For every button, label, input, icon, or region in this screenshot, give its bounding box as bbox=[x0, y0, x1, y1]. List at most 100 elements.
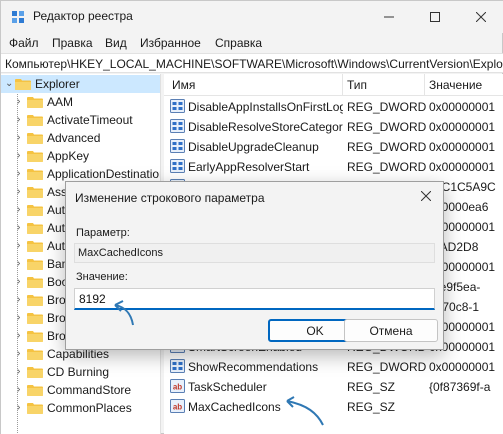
chevron-right-icon[interactable]: › bbox=[17, 96, 27, 108]
value-type: REG_DWORD bbox=[347, 100, 427, 114]
close-button[interactable] bbox=[458, 1, 503, 33]
minimize-button[interactable] bbox=[366, 1, 412, 33]
close-icon bbox=[476, 12, 486, 22]
tree-item[interactable]: › CommandStore bbox=[1, 381, 160, 399]
tree-item-label: ApplicationDestinations bbox=[47, 167, 161, 181]
value-name: DisableResolveStoreCategories bbox=[188, 120, 343, 134]
tree-item[interactable]: › CD Burning bbox=[1, 363, 160, 381]
param-label: Параметр: bbox=[76, 227, 130, 239]
binary-value-icon bbox=[170, 119, 185, 133]
folder-icon bbox=[27, 240, 43, 252]
value-type: REG_DWORD bbox=[347, 140, 427, 154]
value-row[interactable]: ab MaxCachedIcons REG_SZ bbox=[164, 396, 503, 416]
chevron-right-icon[interactable]: › bbox=[17, 276, 27, 288]
menu-edit[interactable]: Правка bbox=[52, 36, 93, 50]
column-value-header[interactable]: Значение bbox=[429, 78, 482, 92]
column-divider[interactable] bbox=[342, 74, 343, 96]
tree-item[interactable]: › AAM bbox=[1, 93, 160, 111]
value-data: 0x00000001 bbox=[429, 160, 496, 174]
chevron-right-icon[interactable]: › bbox=[17, 222, 27, 234]
value-type: REG_DWORD bbox=[347, 360, 427, 374]
chevron-right-icon[interactable]: › bbox=[17, 402, 27, 414]
folder-icon bbox=[27, 204, 43, 216]
value-row[interactable]: DisableResolveStoreCategories REG_DWORD 0x… bbox=[164, 116, 503, 136]
chevron-right-icon[interactable]: › bbox=[17, 312, 27, 324]
value-data: 0x00000001 bbox=[429, 140, 496, 154]
folder-icon bbox=[27, 150, 43, 162]
string-value-icon: ab bbox=[170, 399, 185, 413]
folder-icon bbox=[27, 132, 43, 144]
svg-text:ab: ab bbox=[173, 403, 182, 412]
folder-icon bbox=[27, 312, 43, 324]
tree-item-label: CommonPlaces bbox=[47, 401, 132, 415]
folder-icon bbox=[27, 258, 43, 270]
value-row[interactable]: ab TaskScheduler REG_SZ {0f87369f-a bbox=[164, 376, 503, 396]
binary-value-icon bbox=[170, 139, 185, 153]
chevron-down-icon[interactable]: ⌄ bbox=[5, 78, 15, 90]
chevron-right-icon[interactable]: › bbox=[17, 114, 27, 126]
chevron-right-icon[interactable]: › bbox=[17, 204, 27, 216]
value-type: REG_SZ bbox=[347, 400, 396, 414]
tree-item-explorer[interactable]: ⌄ Explorer bbox=[1, 75, 160, 93]
tree-item-label: AAM bbox=[47, 95, 74, 109]
param-name-value: MaxCachedIcons bbox=[78, 247, 163, 259]
value-row[interactable]: ShowRecommendations REG_DWORD 0x00000001 bbox=[164, 356, 503, 376]
tree-item-label: ActivateTimeout bbox=[47, 113, 133, 127]
menu-view[interactable]: Вид bbox=[105, 36, 127, 50]
folder-icon bbox=[27, 402, 43, 414]
column-divider[interactable] bbox=[424, 74, 425, 96]
value-name: EarlyAppResolverStart bbox=[188, 160, 310, 174]
column-name-header[interactable]: Имя bbox=[172, 78, 195, 92]
dialog-close-button[interactable] bbox=[420, 188, 432, 206]
binary-value-icon bbox=[170, 359, 185, 373]
value-data: 0x00000001 bbox=[429, 100, 496, 114]
chevron-right-icon[interactable]: › bbox=[17, 240, 27, 252]
menu-help[interactable]: Справка bbox=[215, 36, 262, 50]
value-data: 0x00000001 bbox=[429, 120, 496, 134]
menu-favorites[interactable]: Избранное bbox=[140, 36, 201, 50]
value-type: REG_DWORD bbox=[347, 120, 427, 134]
chevron-right-icon[interactable]: › bbox=[17, 168, 27, 180]
folder-icon bbox=[27, 96, 43, 108]
chevron-right-icon[interactable]: › bbox=[17, 366, 27, 378]
chevron-right-icon[interactable]: › bbox=[17, 330, 27, 342]
chevron-right-icon[interactable]: › bbox=[17, 348, 27, 360]
value-row[interactable]: DisableAppInstallsOnFirstLogon REG_DWORD 0… bbox=[164, 96, 503, 116]
folder-icon bbox=[27, 222, 43, 234]
value-name: DisableAppInstallsOnFirstLogon bbox=[188, 100, 343, 114]
chevron-right-icon[interactable]: › bbox=[17, 132, 27, 144]
address-bar[interactable]: Компьютер\HKEY_LOCAL_MACHINE\SOFTWARE\Mi… bbox=[1, 53, 503, 73]
tree-item-label: AppKey bbox=[47, 149, 90, 163]
string-value-icon: ab bbox=[170, 379, 185, 393]
window-title: Редактор реестра bbox=[33, 9, 133, 23]
value-data: {0f87369f-a bbox=[429, 380, 491, 394]
maximize-button[interactable] bbox=[412, 1, 458, 33]
registry-editor-icon bbox=[12, 11, 24, 23]
maximize-icon bbox=[430, 12, 440, 22]
folder-icon bbox=[27, 330, 43, 342]
tree-item[interactable]: › AppKey bbox=[1, 147, 160, 165]
tree-item[interactable]: › ActivateTimeout bbox=[1, 111, 160, 129]
value-data-input[interactable] bbox=[74, 288, 435, 310]
chevron-right-icon[interactable]: › bbox=[17, 150, 27, 162]
tree-item-label: Advanced bbox=[47, 131, 101, 145]
dialog-title: Изменение строкового параметра bbox=[75, 191, 265, 205]
chevron-right-icon[interactable]: › bbox=[17, 294, 27, 306]
chevron-right-icon[interactable]: › bbox=[17, 258, 27, 270]
tree-item[interactable]: › Advanced bbox=[1, 129, 160, 147]
folder-icon bbox=[27, 366, 43, 378]
value-row[interactable]: DisableUpgradeCleanup REG_DWORD 0x00000001 bbox=[164, 136, 503, 156]
param-name-field: MaxCachedIcons bbox=[74, 243, 435, 263]
value-type: REG_DWORD bbox=[347, 160, 427, 174]
column-type-header[interactable]: Тип bbox=[347, 78, 367, 92]
minimize-icon bbox=[384, 16, 394, 18]
value-row[interactable]: EarlyAppResolverStart REG_DWORD 0x00000001 bbox=[164, 156, 503, 176]
folder-icon bbox=[15, 78, 31, 90]
chevron-right-icon[interactable]: › bbox=[17, 384, 27, 396]
tree-item[interactable]: › CommonPlaces bbox=[1, 399, 160, 417]
chevron-right-icon[interactable]: › bbox=[17, 186, 27, 198]
menu-file[interactable]: Файл bbox=[9, 36, 39, 50]
cancel-button[interactable]: Отмена bbox=[344, 319, 438, 342]
value-label: Значение: bbox=[76, 271, 128, 283]
folder-icon bbox=[27, 294, 43, 306]
